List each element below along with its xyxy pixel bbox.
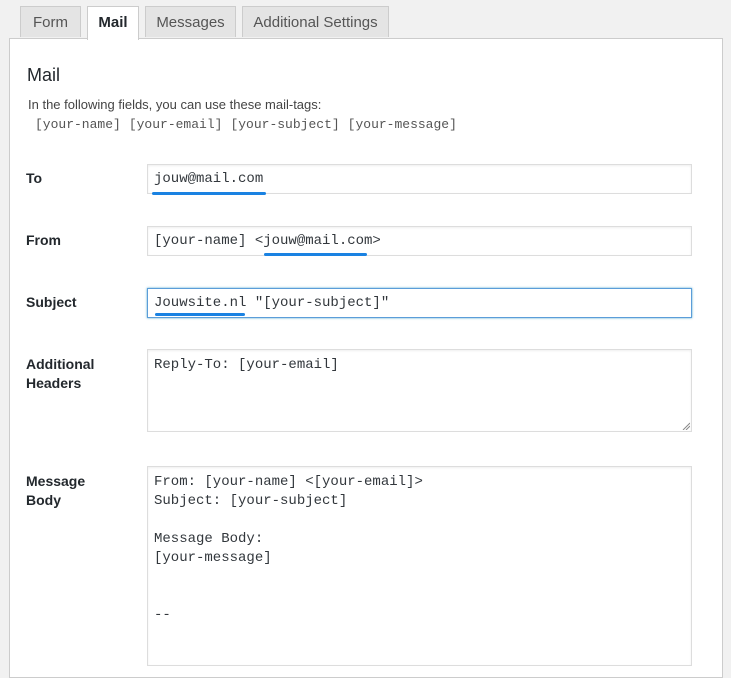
subject-label: Subject — [26, 294, 77, 310]
from-underline — [264, 253, 367, 256]
message-body-label: Message Body — [26, 472, 85, 510]
section-title: Mail — [27, 65, 61, 85]
from-input[interactable] — [147, 226, 692, 256]
mailtag: [your-email] — [128, 117, 223, 132]
additional-headers-textarea[interactable]: Reply-To: [your-email] — [147, 349, 692, 432]
message-body-textarea[interactable]: From: [your-name] <[your-email]> Subject… — [147, 466, 692, 666]
mailtags-intro: In the following fields, you can use the… — [28, 97, 322, 112]
tab-bar: Form Mail Messages Additional Settings — [0, 0, 731, 40]
subject-underline — [155, 313, 245, 316]
mailtags-list: [your-name] [your-email] [your-subject] [yo… — [35, 117, 465, 132]
to-input[interactable] — [147, 164, 692, 194]
tab-form[interactable]: Form — [20, 6, 81, 37]
to-underline — [152, 192, 266, 195]
additional-headers-label-line1: Additional — [26, 356, 95, 372]
tab-messages[interactable]: Messages — [145, 6, 236, 37]
resize-handle-icon[interactable] — [682, 422, 690, 430]
from-label: From — [26, 232, 61, 248]
message-body-label-line1: Message — [26, 473, 86, 489]
additional-headers-label: Additional Headers — [26, 355, 94, 393]
tab-mail[interactable]: Mail — [87, 6, 139, 40]
to-label: To — [26, 170, 43, 186]
mailtag: [your-name] — [35, 117, 121, 132]
mailtag: [your-subject] — [230, 117, 340, 132]
additional-headers-label-line2: Headers — [26, 375, 82, 391]
mail-panel: Mail In the following fields, you can us… — [9, 38, 723, 678]
mailtag: [your-message] — [347, 117, 457, 132]
message-body-label-line2: Body — [26, 492, 61, 508]
tab-additional-settings[interactable]: Additional Settings — [242, 6, 389, 37]
